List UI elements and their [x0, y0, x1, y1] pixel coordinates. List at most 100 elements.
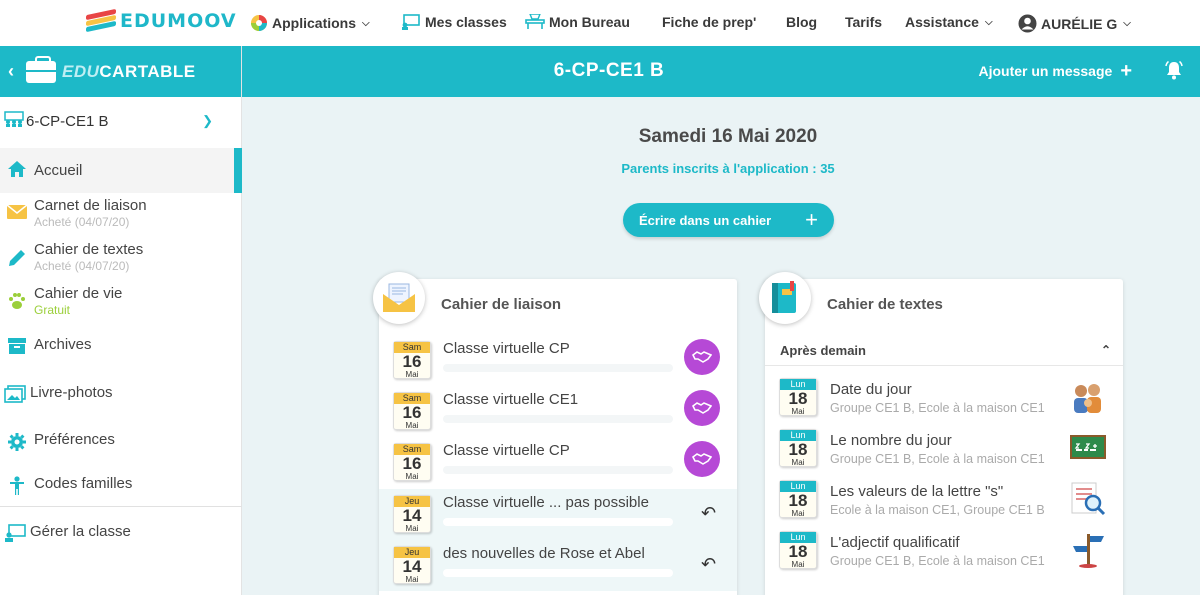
educartable-logo[interactable]: EDUCARTABLE [26, 61, 196, 83]
sidebar-item-accueil[interactable]: Accueil [0, 148, 242, 193]
group-icon [4, 111, 26, 131]
list-item[interactable]: Lun18Mai L'adjectif qualificatif Groupe … [765, 525, 1123, 576]
add-message-label: Ajouter un message [978, 63, 1112, 79]
sidebar-divider [0, 506, 242, 507]
user-icon [1018, 14, 1037, 33]
notebook-icon [759, 272, 811, 324]
message-preview [443, 364, 673, 372]
list-item[interactable]: Sam16Mai Classe virtuelle CP [379, 437, 737, 488]
cal-month: Mai [780, 509, 816, 518]
brand-name: EDUMOOV [120, 10, 237, 32]
list-item[interactable]: Sam16Mai Classe virtuelle CP [379, 335, 737, 386]
cal-num: 16 [394, 353, 430, 370]
list-item[interactable]: Lun18Mai Le nombre du jour Groupe CE1 B,… [765, 423, 1123, 474]
archive-icon [0, 337, 34, 360]
plus-icon: + [1120, 64, 1132, 78]
nav-fiche-de-prep-label: Fiche de prep' [662, 14, 756, 30]
sidebar-item-label: Codes familles [34, 475, 132, 492]
calendar-date-icon: Sam16Mai [393, 341, 431, 379]
write-button-label: Écrire dans un cahier [639, 213, 771, 228]
sidebar-item-livre-photos[interactable]: Livre-photos [0, 384, 242, 408]
envelope-letter-icon [373, 272, 425, 324]
briefcase-icon [26, 61, 56, 83]
handshake-icon[interactable] [684, 339, 720, 375]
class-selector[interactable]: 6-CP-CE1 B ❯ [0, 97, 241, 145]
section-header[interactable]: Après demain ⌃ [765, 335, 1123, 365]
nav-user-menu[interactable]: AURÉLIE G ⌵ [1018, 14, 1131, 33]
nav-mes-classes-label: Mes classes [425, 14, 507, 30]
apps-icon [250, 14, 268, 32]
nav-mon-bureau[interactable]: Mon Bureau [525, 14, 630, 30]
reply-icon[interactable]: ↶ [701, 554, 716, 575]
list-item[interactable]: Lun18Mai Les valeurs de la lettre "s" Ec… [765, 474, 1123, 525]
nav-assistance-label: Assistance [905, 14, 979, 30]
chevron-down-icon: ⌵ [1123, 18, 1131, 29]
sidebar-item-cahier-de-vie[interactable]: Cahier de vieGratuit [0, 285, 242, 317]
sidebar-item-gerer-la-classe[interactable]: Gérer la classe [0, 523, 242, 547]
sidebar-item-carnet-de-liaison[interactable]: Carnet de liaisonAcheté (04/07/20) [0, 197, 242, 229]
handshake-icon[interactable] [684, 390, 720, 426]
sidebar-item-label: Cahier de textes [34, 241, 143, 258]
nav-applications[interactable]: Applications ⌵ [250, 14, 370, 32]
edumoov-logo[interactable]: EDUMOOV [86, 10, 237, 32]
nav-assistance[interactable]: Assistance ⌵ [905, 14, 993, 30]
sidebar-item-archives[interactable]: Archives [0, 336, 242, 360]
calendar-date-icon: Jeu14Mai [393, 546, 431, 584]
sidebar-item-cahier-de-textes[interactable]: Cahier de textesAcheté (04/07/20) [0, 241, 242, 273]
gear-icon [0, 432, 34, 457]
sidebar-item-codes-familles[interactable]: Codes familles [0, 475, 242, 501]
homework-groups: Groupe CE1 B, Ecole à la maison CE1 [830, 554, 1045, 568]
sidebar-item-preferences[interactable]: Préférences [0, 431, 242, 457]
cal-month: Mai [394, 421, 430, 430]
purchase-status: Acheté (04/07/20) [34, 215, 147, 229]
registered-parents: Parents inscrits à l'application : 35 [242, 161, 1200, 176]
message-preview [443, 466, 673, 474]
nav-fiche-de-prep[interactable]: Fiche de prep' [662, 14, 756, 30]
chevron-down-icon: ⌵ [985, 17, 993, 28]
liaison-card: Cahier de liaison Sam16Mai Classe virtue… [379, 279, 737, 595]
divider [765, 365, 1123, 366]
message-preview [443, 415, 673, 423]
section-label: Après demain [780, 343, 866, 358]
message-title: des nouvelles de Rose et Abel [443, 545, 645, 562]
sidebar-item-label: Gérer la classe [30, 523, 131, 540]
dashboard: Samedi 16 Mai 2020 Parents inscrits à l'… [242, 97, 1200, 595]
list-item[interactable]: Jeu14Mai des nouvelles de Rose et Abel ↶ [379, 540, 737, 591]
plus-icon: + [805, 207, 818, 233]
list-item[interactable]: Jeu14Mai Classe virtuelle ... pas possib… [379, 489, 737, 540]
reply-icon[interactable]: ↶ [701, 503, 716, 524]
class-header: 6-CP-CE1 B Ajouter un message + [242, 46, 1200, 97]
handshake-icon[interactable] [684, 441, 720, 477]
calendar-date-icon: Lun18Mai [779, 378, 817, 416]
cal-num: 18 [780, 390, 816, 407]
add-message-button[interactable]: Ajouter un message + [978, 63, 1132, 79]
chevron-up-icon: ⌃ [1101, 343, 1111, 357]
liaison-card-title: Cahier de liaison [379, 279, 737, 329]
home-icon [0, 160, 34, 183]
message-title: Classe virtuelle ... pas possible [443, 494, 649, 511]
notification-bell-icon[interactable] [1164, 60, 1184, 86]
nav-mes-classes[interactable]: Mes classes [401, 14, 507, 30]
classroom-icon [401, 14, 421, 30]
magnifier-icon [1070, 481, 1106, 517]
sidebar: ‹ EDUCARTABLE 6-CP-CE1 B ❯ Accueil Carne… [0, 46, 242, 595]
envelope-icon [0, 198, 34, 225]
list-item[interactable]: Sam16Mai Classe virtuelle CE1 [379, 386, 737, 437]
cal-num: 18 [780, 441, 816, 458]
nav-blog[interactable]: Blog [786, 14, 817, 30]
write-in-notebook-button[interactable]: Écrire dans un cahier + [623, 203, 834, 237]
sidebar-item-label: Accueil [34, 162, 82, 179]
list-item[interactable]: Lun18Mai Date du jour Groupe CE1 B, Ecol… [765, 372, 1123, 423]
collapse-sidebar-icon[interactable]: ‹ [0, 61, 22, 82]
cal-month: Mai [394, 575, 430, 584]
cal-month: Mai [780, 407, 816, 416]
textes-card-title: Cahier de textes [765, 279, 1123, 329]
nav-tarifs[interactable]: Tarifs [845, 14, 882, 30]
message-preview [443, 569, 673, 577]
cal-num: 18 [780, 543, 816, 560]
cal-num: 16 [394, 455, 430, 472]
pencil-icon [0, 242, 34, 273]
sidebar-item-label: Archives [34, 336, 92, 353]
page-title: 6-CP-CE1 B [242, 60, 976, 82]
user-name: AURÉLIE G [1041, 16, 1117, 32]
